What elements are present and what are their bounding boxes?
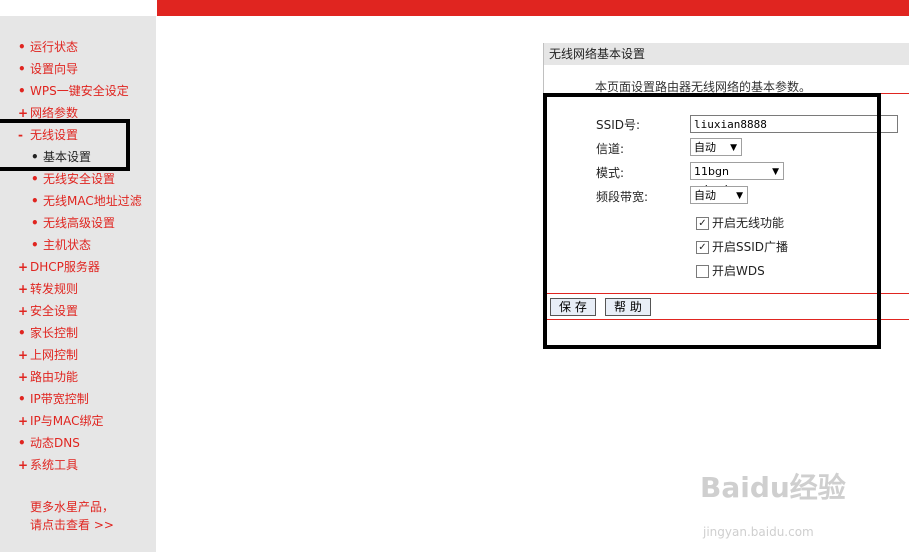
dropdown-arrow-icon: ▼ [736,191,743,201]
sidebar-item-label: 系统工具 [30,458,79,472]
bullet-icon: • [18,436,26,450]
header-banner [157,0,909,16]
help-button[interactable]: 帮 助 [605,298,651,316]
more-products-line2: 请点击查看 >> [30,518,114,532]
sidebar-item-host-status[interactable]: • 主机状态 [0,234,156,256]
bandwidth-label: 频段带宽: [596,190,649,204]
dropdown-arrow-icon: ▼ [772,167,779,177]
sidebar-item-label: 路由功能 [30,370,79,384]
channel-select[interactable]: 自动 ▼ [690,138,742,156]
sidebar-item-label: 无线安全设置 [43,172,116,186]
sidebar-item-access-control[interactable]: + 上网控制 [0,344,156,366]
sidebar-item-label: 无线高级设置 [43,216,116,230]
sidebar-item-bandwidth[interactable]: • IP带宽控制 [0,388,156,410]
sidebar-item-label: 安全设置 [30,304,79,318]
enable-wds-label: 开启WDS [712,264,765,278]
sidebar-item-wireless-advanced[interactable]: • 无线高级设置 [0,212,156,234]
sidebar-item-network[interactable]: + 网络参数 [0,102,156,124]
expand-icon: + [18,458,29,472]
enable-wireless-label: 开启无线功能 [712,216,785,230]
sidebar: • 运行状态 • 设置向导 • WPS一键安全设定 + 网络参数 - 无线设置 • 基本设置… [0,16,156,552]
dropdown-arrow-icon: ▼ [730,143,737,153]
divider [544,293,909,294]
sidebar-item-label: 家长控制 [30,326,79,340]
sidebar-item-status[interactable]: • 运行状态 [0,36,156,58]
bullet-icon: • [31,150,39,164]
sidebar-menu: • 运行状态 • 设置向导 • WPS一键安全设定 + 网络参数 - 无线设置 • 基本设置… [0,36,156,476]
sidebar-item-label: 无线MAC地址过滤 [43,194,142,208]
channel-label: 信道: [596,142,625,156]
bullet-icon: • [31,172,39,186]
expand-icon: + [18,282,29,296]
ssid-label: SSID号: [596,118,641,132]
sidebar-item-label: 转发规则 [30,282,79,296]
save-button[interactable]: 保 存 [550,298,596,316]
expand-icon: + [18,304,29,318]
sidebar-item-label: DHCP服务器 [30,260,100,274]
bullet-icon: • [18,62,26,76]
channel-value: 自动 [694,141,716,154]
expand-icon: + [18,348,29,362]
bullet-icon: • [18,84,26,98]
sidebar-item-label: 运行状态 [30,40,79,54]
sidebar-item-dhcp[interactable]: + DHCP服务器 [0,256,156,278]
enable-wireless-checkbox[interactable]: ✓ 开启无线功能 [696,214,784,231]
sidebar-item-label: 基本设置 [43,150,92,164]
sidebar-item-label: 主机状态 [43,238,92,252]
bullet-icon: • [18,392,26,406]
sidebar-item-routing[interactable]: + 路由功能 [0,366,156,388]
enable-wds-checkbox[interactable]: 开启WDS [696,262,765,279]
sidebar-item-wizard[interactable]: • 设置向导 [0,58,156,80]
checkbox-unchecked-icon [696,265,709,278]
panel-title: 无线网络基本设置 [544,43,909,65]
sidebar-item-wireless[interactable]: - 无线设置 [0,124,156,146]
expand-icon: + [18,414,29,428]
more-products-link[interactable]: 更多水星产品， 请点击查看 >> [30,498,114,534]
expand-icon: + [18,106,29,120]
checkbox-checked-icon: ✓ [696,217,709,230]
sidebar-item-wps[interactable]: • WPS一键安全设定 [0,80,156,102]
mode-label: 模式: [596,166,625,180]
sidebar-item-label: 动态DNS [30,436,80,450]
sidebar-item-label: IP与MAC绑定 [30,414,104,428]
sidebar-item-system-tools[interactable]: + 系统工具 [0,454,156,476]
sidebar-item-label: 上网控制 [30,348,79,362]
mode-select[interactable]: 11bgn mixed ▼ [690,162,784,196]
divider [544,93,909,94]
sidebar-item-label: 设置向导 [30,62,79,76]
sidebar-item-basic-settings[interactable]: • 基本设置 [0,146,156,168]
expand-icon: + [18,370,29,384]
wireless-basic-panel: 无线网络基本设置 本页面设置路由器无线网络的基本参数。 SSID号: 信道: 自… [543,43,909,323]
sidebar-item-mac-filter[interactable]: • 无线MAC地址过滤 [0,190,156,212]
watermark-logo: Baidu经验 [700,471,846,504]
sidebar-item-label: IP带宽控制 [30,392,89,406]
bullet-icon: • [18,40,26,54]
collapse-icon: - [18,128,23,142]
header-left [0,0,157,16]
sidebar-item-label: 网络参数 [30,106,79,120]
bullet-icon: • [31,194,39,208]
bullet-icon: • [18,326,26,340]
bullet-icon: • [31,238,39,252]
more-products-line1: 更多水星产品， [30,500,115,514]
enable-ssid-broadcast-checkbox[interactable]: ✓ 开启SSID广播 [696,238,788,255]
bandwidth-select[interactable]: 自动 ▼ [690,186,748,204]
sidebar-item-forwarding[interactable]: + 转发规则 [0,278,156,300]
expand-icon: + [18,260,29,274]
sidebar-item-parental[interactable]: • 家长控制 [0,322,156,344]
sidebar-item-label: 无线设置 [30,128,79,142]
sidebar-item-ip-mac-binding[interactable]: + IP与MAC绑定 [0,410,156,432]
sidebar-item-label: WPS一键安全设定 [30,84,129,98]
watermark-url: jingyan.baidu.com [703,525,814,539]
bullet-icon: • [31,216,39,230]
sidebar-item-security[interactable]: + 安全设置 [0,300,156,322]
sidebar-item-wireless-security[interactable]: • 无线安全设置 [0,168,156,190]
ssid-input[interactable] [690,115,898,133]
divider [544,319,909,320]
checkbox-checked-icon: ✓ [696,241,709,254]
sidebar-item-ddns[interactable]: • 动态DNS [0,432,156,454]
bandwidth-value: 自动 [694,189,716,202]
enable-ssid-broadcast-label: 开启SSID广播 [712,240,789,254]
